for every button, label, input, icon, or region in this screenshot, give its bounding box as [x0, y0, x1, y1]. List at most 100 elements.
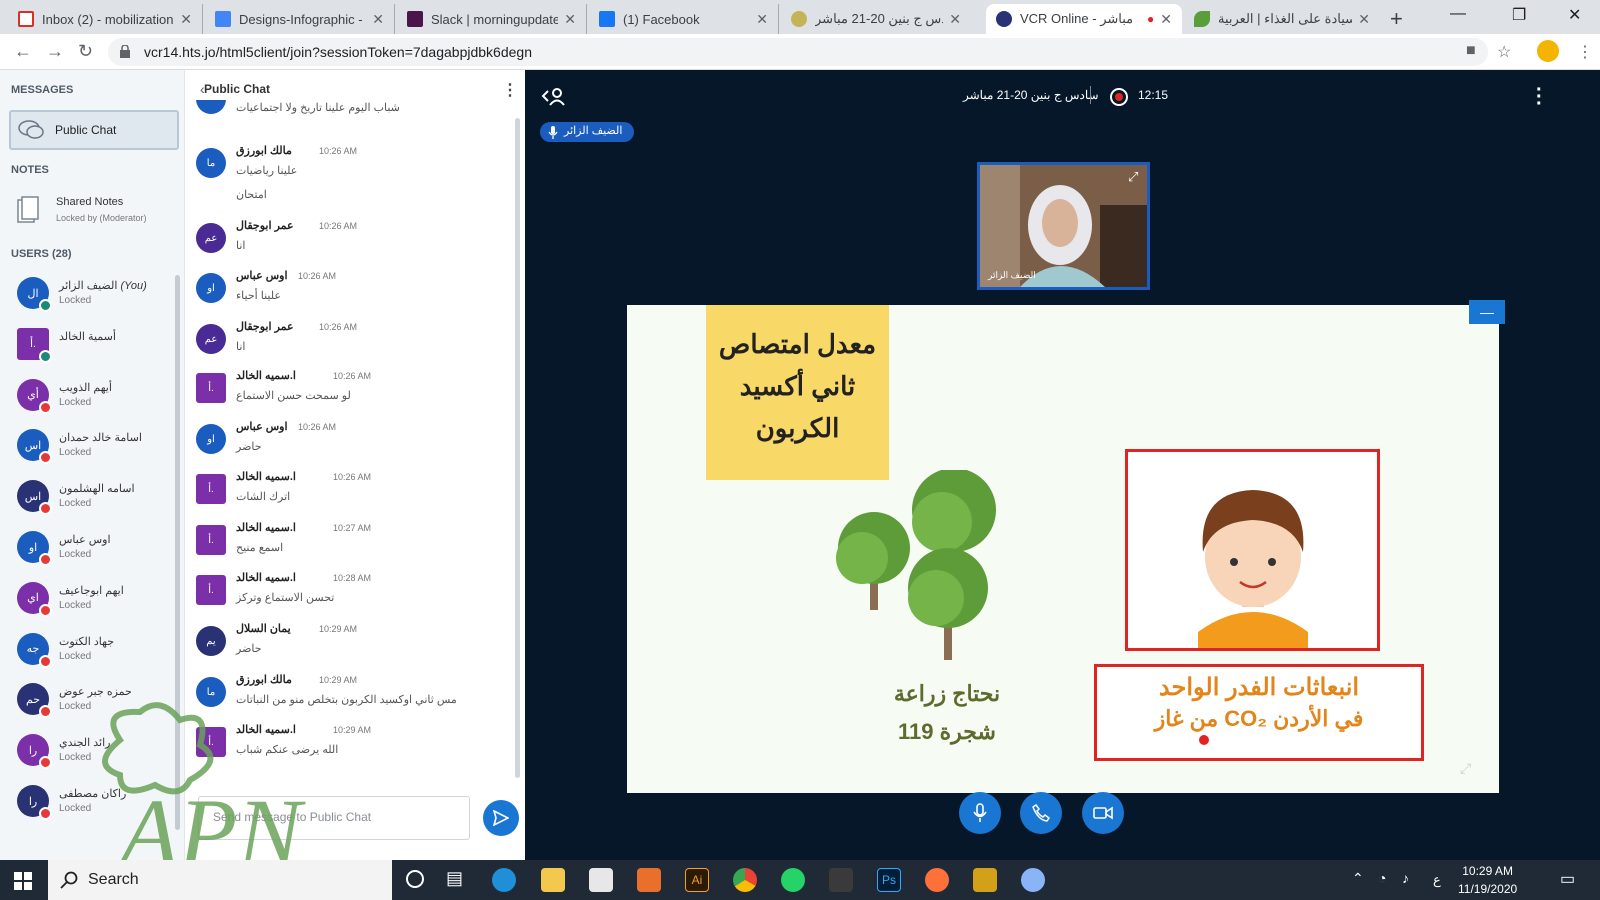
- message-sender: اوس عباس: [236, 270, 288, 282]
- edge-icon[interactable]: [492, 868, 516, 892]
- microphone-icon: [973, 803, 987, 822]
- chat-bubble-icon: [18, 120, 44, 139]
- bookmark-star-icon[interactable]: ☆: [1497, 42, 1511, 62]
- wifi-icon[interactable]: ◔: [1378, 870, 1386, 886]
- volume-icon[interactable]: ♪: [1402, 870, 1409, 886]
- webcam-video[interactable]: ⤢ الضيف الزائر: [977, 162, 1150, 290]
- user-list-item[interactable]: أ. أسمية الخالد: [17, 327, 177, 368]
- chevron-up-icon[interactable]: ⌃: [1352, 870, 1364, 887]
- video-editor-icon[interactable]: [829, 868, 853, 892]
- avatar: يم: [196, 626, 226, 656]
- close-tab-icon[interactable]: ✕: [756, 11, 768, 28]
- close-tab-icon[interactable]: ✕: [180, 11, 192, 28]
- tab-title: Slack | morningupdate |: [431, 11, 559, 27]
- paint-icon[interactable]: [1021, 868, 1045, 892]
- office-icon[interactable]: [973, 868, 997, 892]
- share-webcam-button[interactable]: [1082, 792, 1124, 834]
- user-status-badge: [39, 502, 52, 516]
- tab-facebook[interactable]: (1) Facebook ✕: [589, 4, 779, 34]
- reload-icon[interactable]: ↻: [78, 41, 93, 62]
- user-name: حمزه جبر عوض: [59, 686, 132, 699]
- avatar: عم: [196, 324, 226, 354]
- firefox-icon[interactable]: [925, 868, 949, 892]
- minimize-window-button[interactable]: —: [1450, 5, 1466, 23]
- fullscreen-icon[interactable]: ⤢: [1128, 169, 1138, 185]
- mute-button[interactable]: [959, 792, 1001, 834]
- chat-scrollbar[interactable]: [515, 118, 520, 778]
- user-list-item[interactable]: اس اسامة خالد حمدان Locked: [17, 429, 177, 469]
- toggle-userlist-icon[interactable]: [541, 86, 567, 108]
- user-list-item[interactable]: اس اسامه الهشلمون Locked: [17, 480, 177, 520]
- tab-google-slides[interactable]: Designs-Infographic - Go ✕: [205, 4, 395, 34]
- user-list-item[interactable]: ال الضيف الزائر (You) Locked: [17, 277, 177, 317]
- user-lock-status: Locked: [59, 549, 92, 560]
- user-lock-status: Locked: [59, 396, 92, 408]
- message-text: شباب اليوم علينا تاريخ ولا اجتماعيات: [236, 102, 400, 114]
- file-explorer-icon[interactable]: [541, 868, 565, 892]
- close-tab-icon[interactable]: ✕: [949, 11, 961, 28]
- task-view-icon[interactable]: ▤: [446, 868, 463, 889]
- taskbar-search-box[interactable]: Search: [48, 860, 392, 900]
- message-text: امتحان: [236, 189, 267, 201]
- emission-line-2: من غاز CO₂ في الأردن: [1154, 706, 1364, 731]
- store-icon[interactable]: [589, 868, 613, 892]
- clock-time: 10:29 AM: [1462, 864, 1513, 878]
- messages-heading: MESSAGES: [11, 84, 74, 96]
- close-tab-icon[interactable]: ✕: [1160, 11, 1172, 28]
- address-bar[interactable]: vcr14.hts.jo/html5client/join?sessionTok…: [108, 38, 1488, 66]
- leaf-icon: [1194, 11, 1210, 27]
- more-options-icon[interactable]: ⋮: [1577, 42, 1593, 62]
- windows-start-icon[interactable]: [14, 872, 32, 890]
- user-status-badge: [39, 299, 52, 312]
- user-list-item[interactable]: أي أيهم الذويب Locked: [17, 378, 177, 419]
- public-chat-item[interactable]: Public Chat: [9, 110, 179, 150]
- tab-vcr-online[interactable]: VCR Online - مباشر ● ✕: [986, 4, 1182, 34]
- avatar: أ.: [196, 373, 226, 403]
- send-message-button[interactable]: [483, 800, 519, 836]
- chat-options-icon[interactable]: ⋮: [502, 80, 518, 100]
- tab-title: Designs-Infographic - Go: [239, 11, 366, 27]
- divider: [1090, 86, 1091, 104]
- chat-message: عم عمر ابوجقال 10:26 AM انا: [196, 320, 496, 370]
- system-clock[interactable]: 10:29 AM 11/19/2020: [1458, 862, 1517, 898]
- tab-food-sovereignty[interactable]: السيادة على الغذاء | العربية ✕: [1184, 4, 1380, 34]
- notifications-icon[interactable]: ▭: [1560, 869, 1575, 889]
- tab-class-stream[interactable]: سادس ج بنين 20-21 مباشر ✕: [781, 4, 971, 34]
- close-tab-icon[interactable]: ✕: [564, 11, 576, 28]
- forward-icon[interactable]: →: [46, 41, 64, 62]
- new-tab-button[interactable]: +: [1390, 6, 1403, 32]
- close-tab-icon[interactable]: ✕: [372, 11, 384, 28]
- user-list-item[interactable]: جه جهاد الكتوت Locked: [17, 632, 177, 673]
- camera-permission-icon[interactable]: ■: [1466, 42, 1476, 60]
- profile-avatar[interactable]: [1537, 40, 1559, 62]
- back-icon[interactable]: ←: [14, 41, 32, 62]
- photoshop-icon[interactable]: Ps: [877, 868, 901, 892]
- record-indicator[interactable]: [1110, 88, 1128, 106]
- close-window-button[interactable]: ✕: [1568, 5, 1581, 25]
- user-list-item[interactable]: اي ايهم ابوجاعيف Locked: [17, 581, 177, 622]
- shared-notes-title: Shared Notes: [56, 196, 124, 208]
- options-menu-icon[interactable]: · · ·: [1536, 80, 1543, 114]
- phone-icon: [1032, 804, 1050, 822]
- emission-line-1: انبعاثات الفدر الواحد: [1158, 674, 1360, 701]
- chrome-icon[interactable]: [733, 868, 757, 892]
- illustrator-icon[interactable]: Ai: [685, 868, 709, 892]
- fullscreen-slide-icon[interactable]: ⤢: [1460, 760, 1482, 782]
- leave-audio-button[interactable]: [1020, 792, 1062, 834]
- user-lock-status: Locked: [59, 498, 92, 510]
- cortana-icon[interactable]: [406, 870, 424, 888]
- input-language[interactable]: ع: [1433, 872, 1441, 888]
- avatar: أ.: [196, 474, 226, 504]
- notes-heading: NOTES: [11, 164, 49, 176]
- message-time: 10:26 AM: [319, 322, 358, 332]
- user-name: جهاد الكتوت: [59, 635, 115, 648]
- video-player-icon[interactable]: [637, 868, 661, 892]
- minimize-presentation-button[interactable]: —: [1469, 300, 1505, 324]
- tab-slack[interactable]: Slack | morningupdate | ✕: [397, 4, 587, 34]
- chat-message: او اوس عباس 10:26 AM حاضر: [196, 420, 496, 470]
- maximize-window-button[interactable]: ❐: [1512, 5, 1526, 25]
- whatsapp-icon[interactable]: [781, 868, 805, 892]
- user-list-item[interactable]: او اوس عباس Locked: [17, 531, 177, 571]
- close-tab-icon[interactable]: ✕: [1358, 11, 1370, 28]
- tab-gmail[interactable]: Inbox (2) - mobilization@ ✕: [8, 4, 203, 34]
